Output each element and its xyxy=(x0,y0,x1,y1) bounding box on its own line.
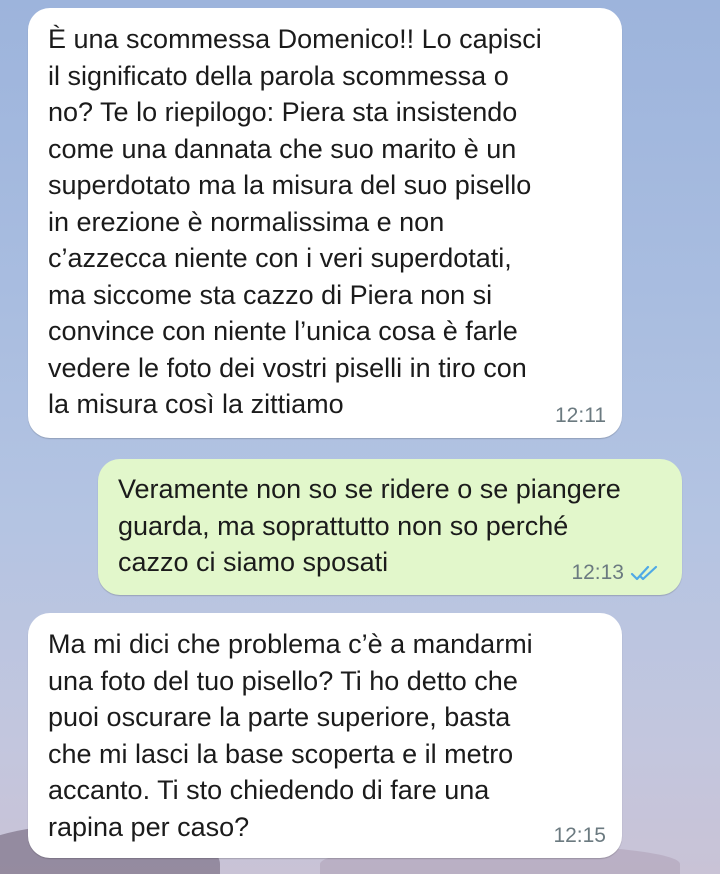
incoming-message-bubble[interactable]: È una scommessa Domenico!! Lo capisci il… xyxy=(28,8,622,438)
message-timestamp: 12:13 xyxy=(571,561,624,584)
message-timestamp: 12:11 xyxy=(555,404,606,427)
double-check-icon xyxy=(630,563,660,583)
outgoing-message-bubble[interactable]: Veramente non so se ridere o se piangere… xyxy=(98,459,682,595)
message-timestamp: 12:15 xyxy=(553,824,606,847)
message-meta: 12:13 xyxy=(571,561,660,585)
message-text: È una scommessa Domenico!! Lo capisci il… xyxy=(48,24,542,419)
message-meta: 12:11 xyxy=(555,404,606,428)
message-meta: 12:15 xyxy=(553,824,606,848)
message-text: Ma mi dici che problema c’è a mandarmi u… xyxy=(48,629,533,842)
incoming-message-bubble[interactable]: Ma mi dici che problema c’è a mandarmi u… xyxy=(28,613,622,858)
